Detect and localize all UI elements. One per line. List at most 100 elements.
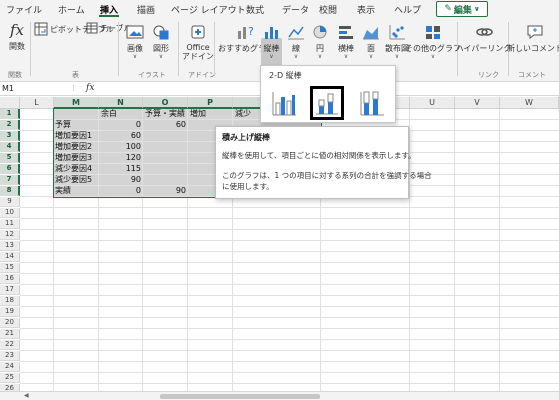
row-header-4[interactable]: 4	[0, 142, 20, 152]
office-addins-button[interactable]: Office アドイン	[182, 22, 214, 62]
clustered-column-option[interactable]	[267, 86, 301, 120]
row-header-17[interactable]: 17	[0, 285, 20, 295]
scatter-chart-button[interactable]: 散布図 ∨	[385, 22, 409, 60]
row-header-14[interactable]: 14	[0, 252, 20, 262]
cell-N7[interactable]: 90	[99, 175, 143, 185]
cell-N2[interactable]: 0	[99, 120, 143, 130]
row-header-8[interactable]: 8	[0, 186, 20, 196]
row-header-15[interactable]: 15	[0, 263, 20, 273]
cell-M6[interactable]: 減少要因4	[55, 164, 99, 174]
cell-N5[interactable]: 120	[99, 153, 143, 163]
row-header-5[interactable]: 5	[0, 153, 20, 163]
row-header-13[interactable]: 13	[0, 241, 20, 251]
pie-chart-button[interactable]: 円 ∨	[311, 22, 329, 60]
cell-N8[interactable]: 0	[99, 186, 143, 196]
cell-M4[interactable]: 増加要因2	[55, 142, 99, 152]
excel-window: ファイル ホーム 挿入 描画 ページ レイアウト 数式 データ 校閲 表示 ヘル…	[0, 0, 559, 400]
cell-O2[interactable]: 60	[143, 120, 188, 130]
tab-help[interactable]: ヘルプ	[394, 3, 421, 16]
row-header-3[interactable]: 3	[0, 131, 20, 141]
horizontal-scrollbar[interactable]: ◀	[0, 391, 559, 400]
row-gridline	[20, 284, 559, 285]
row-header-1[interactable]: 1	[0, 109, 20, 119]
cell-M5[interactable]: 増加要因3	[55, 153, 99, 163]
line-chart-button[interactable]: 線 ∨	[287, 22, 305, 60]
insert-function-button[interactable]: fx 関数	[6, 20, 28, 52]
row-header-11[interactable]: 11	[0, 219, 20, 229]
bar-chart-icon	[335, 22, 357, 42]
column-chart-button[interactable]: 縦棒 ∨	[261, 22, 282, 60]
tab-draw[interactable]: 描画	[137, 3, 155, 16]
bar-chart-button[interactable]: 横棒 ∨	[335, 22, 357, 60]
other-charts-button[interactable]: その他のグラフ ∨	[405, 22, 461, 60]
column-header-L[interactable]: L	[20, 97, 54, 109]
column-gridline	[454, 109, 455, 391]
row-header-26[interactable]: 26	[0, 384, 20, 391]
cell-N4[interactable]: 100	[99, 142, 143, 152]
cell-N1[interactable]: 余白	[99, 109, 143, 119]
column-header-W[interactable]: W	[500, 97, 559, 109]
new-comment-button[interactable]: 新しいコメント	[507, 22, 559, 54]
column-header-V[interactable]: V	[455, 97, 500, 109]
cell-N6[interactable]: 115	[99, 164, 143, 174]
edit-mode-button[interactable]: ✎ 編集 ∨	[436, 1, 488, 17]
tab-review[interactable]: 校閲	[319, 3, 337, 16]
link-icon	[473, 22, 495, 42]
row-gridline	[20, 361, 559, 362]
row-header-21[interactable]: 21	[0, 329, 20, 339]
select-all-corner[interactable]	[0, 97, 20, 109]
cell-O1[interactable]: 予算・実績	[143, 109, 188, 119]
line-chart-icon	[285, 22, 307, 42]
row-gridline	[20, 240, 559, 241]
row-gridline	[20, 372, 559, 373]
tab-page-layout[interactable]: ページ レイアウト	[171, 3, 246, 16]
row-header-20[interactable]: 20	[0, 318, 20, 328]
chevron-down-icon: ∨	[317, 53, 323, 60]
row-header-18[interactable]: 18	[0, 296, 20, 306]
row-gridline	[20, 350, 559, 351]
tab-view[interactable]: 表示	[357, 3, 375, 16]
row-header-2[interactable]: 2	[0, 120, 20, 130]
function-icon: fx	[9, 21, 24, 39]
image-button[interactable]: 画像 ∨	[124, 22, 146, 60]
row-gridline	[20, 328, 559, 329]
row-header-16[interactable]: 16	[0, 274, 20, 284]
pivot-table-icon	[34, 22, 48, 36]
stacked-column-option[interactable]	[310, 86, 344, 120]
tab-file[interactable]: ファイル	[6, 3, 42, 16]
area-chart-button[interactable]: 面 ∨	[362, 22, 380, 60]
name-box-dropdown-icon[interactable]: ⋮	[70, 84, 77, 92]
row-header-23[interactable]: 23	[0, 351, 20, 361]
row-header-25[interactable]: 25	[0, 373, 20, 383]
row-header-9[interactable]: 9	[0, 197, 20, 207]
row-header-19[interactable]: 19	[0, 307, 20, 317]
scroll-left-icon[interactable]: ◀	[24, 392, 29, 399]
cell-M8[interactable]: 実績	[55, 186, 99, 196]
cell-M3[interactable]: 増加要因1	[55, 131, 99, 141]
cell-M7[interactable]: 減少要因5	[55, 175, 99, 185]
tab-home[interactable]: ホーム	[58, 3, 85, 16]
tab-formulas[interactable]: 数式	[246, 3, 264, 16]
column-header-U[interactable]: U	[410, 97, 455, 109]
percent-stacked-column-option[interactable]	[355, 86, 389, 120]
row-header-24[interactable]: 24	[0, 362, 20, 372]
row-header-6[interactable]: 6	[0, 164, 20, 174]
cell-O8[interactable]: 90	[143, 186, 188, 196]
cell-M2[interactable]: 予算	[55, 120, 99, 130]
row-header-12[interactable]: 12	[0, 230, 20, 240]
row-header-22[interactable]: 22	[0, 340, 20, 350]
name-box[interactable]: M1	[2, 84, 58, 95]
scrollbar-thumb[interactable]	[160, 394, 320, 399]
row-gridline	[20, 317, 559, 318]
group-separator	[214, 22, 215, 76]
cell-N3[interactable]: 60	[99, 131, 143, 141]
tab-data[interactable]: データ	[282, 3, 309, 16]
hyperlink-button[interactable]: ハイパーリンク	[456, 22, 511, 54]
recommended-charts-icon: ?	[235, 22, 257, 42]
shapes-button[interactable]: 図形 ∨	[150, 22, 172, 60]
row-header-10[interactable]: 10	[0, 208, 20, 218]
cell-P1[interactable]: 増加	[188, 109, 233, 119]
insert-function-icon[interactable]: fx	[86, 83, 94, 93]
pie-chart-icon	[309, 22, 331, 42]
row-header-7[interactable]: 7	[0, 175, 20, 185]
